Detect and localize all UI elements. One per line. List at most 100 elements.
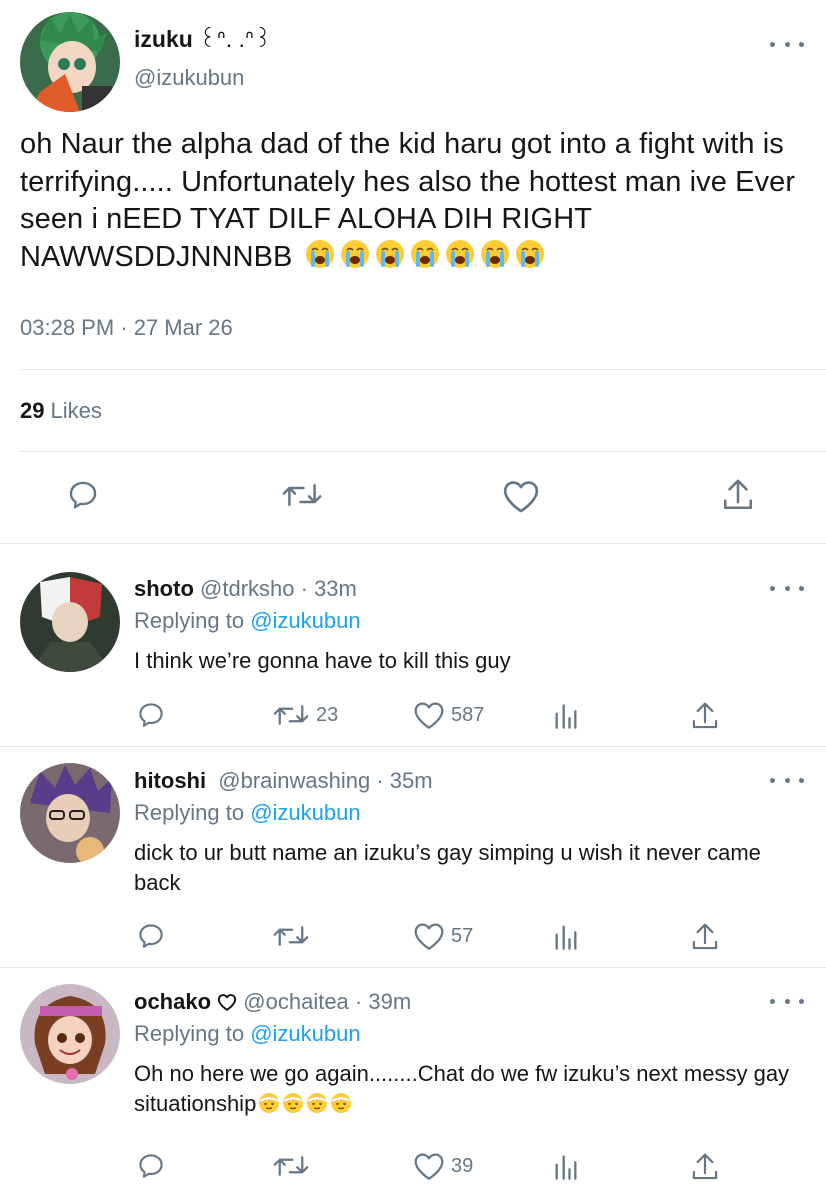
like-button[interactable]: 57 bbox=[413, 921, 473, 951]
replying-prefix: Replying to bbox=[134, 800, 245, 825]
retweet-icon bbox=[273, 926, 309, 946]
avatar-ochako[interactable] bbox=[20, 984, 120, 1084]
replying-to: Replying to @izukubun bbox=[134, 1021, 361, 1047]
reply-text-body: Oh no here we go again........Chat do we… bbox=[134, 1061, 790, 1116]
more-options-icon[interactable] bbox=[770, 34, 804, 54]
retweet-icon bbox=[282, 483, 322, 507]
heart-icon bbox=[414, 1153, 444, 1180]
reply-display-name[interactable]: shoto bbox=[134, 576, 194, 601]
divider bbox=[20, 369, 826, 370]
like-button[interactable]: 39 bbox=[413, 1151, 473, 1181]
share-button[interactable] bbox=[690, 1151, 720, 1183]
heart-icon bbox=[503, 481, 539, 513]
tweet-timestamp[interactable]: 03:28 PM · 27 Mar 26 bbox=[20, 315, 233, 341]
retweet-button[interactable] bbox=[281, 478, 323, 512]
loudly-crying-face-icon bbox=[445, 239, 474, 268]
share-button[interactable] bbox=[690, 921, 720, 953]
retweet-button[interactable]: 23 bbox=[272, 700, 338, 730]
heart-icon bbox=[414, 923, 444, 950]
like-button[interactable] bbox=[502, 478, 540, 514]
retweet-count: 23 bbox=[316, 703, 339, 726]
reply-button[interactable] bbox=[136, 921, 166, 951]
reply-icon bbox=[69, 481, 97, 509]
more-options-icon[interactable] bbox=[770, 991, 804, 1011]
retweet-icon bbox=[273, 705, 309, 725]
retweet-button[interactable] bbox=[272, 1151, 310, 1181]
likes-label: Likes bbox=[50, 398, 102, 423]
like-button[interactable]: 587 bbox=[413, 700, 484, 730]
analytics-icon bbox=[555, 704, 577, 729]
analytics-icon bbox=[555, 925, 577, 950]
face-with-head-bandage-icon bbox=[283, 1093, 304, 1113]
analytics-button[interactable] bbox=[552, 702, 580, 730]
avatar-shoto[interactable] bbox=[20, 572, 120, 672]
like-count: 587 bbox=[451, 703, 485, 726]
likes-summary[interactable]: 29 Likes bbox=[20, 398, 102, 424]
loudly-crying-face-icon bbox=[410, 239, 439, 268]
loudly-crying-face-icon bbox=[375, 239, 404, 268]
replying-to-link[interactable]: @izukubun bbox=[250, 1021, 360, 1046]
display-name-text: izuku bbox=[134, 26, 193, 52]
loudly-crying-face-icon bbox=[340, 239, 369, 268]
reply-header: shoto @tdrksho · 33m bbox=[134, 576, 357, 602]
retweet-icon bbox=[273, 1156, 309, 1176]
name-decoration: ꒰ᐢ. .ᐢ꒱ bbox=[198, 26, 272, 52]
loudly-crying-face-icon bbox=[480, 239, 509, 268]
share-icon bbox=[723, 479, 753, 510]
share-button[interactable] bbox=[690, 700, 720, 732]
reply-text: Oh no here we go again........Chat do we… bbox=[134, 1059, 804, 1119]
replying-to: Replying to @izukubun bbox=[134, 800, 361, 826]
main-handle[interactable]: @izukubun bbox=[134, 65, 244, 91]
share-icon bbox=[692, 702, 718, 729]
reply-button[interactable] bbox=[66, 478, 100, 512]
emoji-row bbox=[305, 239, 545, 269]
reply-handle[interactable]: @brainwashing bbox=[218, 768, 370, 793]
reply-time[interactable]: · 33m bbox=[301, 576, 357, 601]
divider bbox=[0, 543, 826, 544]
tweet-text: oh Naur the alpha dad of the kid haru go… bbox=[20, 126, 820, 276]
reply-icon bbox=[139, 924, 163, 948]
divider bbox=[0, 967, 826, 968]
heart-outline-icon bbox=[217, 994, 237, 1011]
share-button[interactable] bbox=[721, 476, 755, 514]
retweet-button[interactable] bbox=[272, 921, 310, 951]
more-options-icon[interactable] bbox=[770, 578, 804, 598]
reply-button[interactable] bbox=[136, 700, 166, 730]
replying-prefix: Replying to bbox=[134, 608, 245, 633]
reply-time[interactable]: · 39m bbox=[355, 989, 411, 1014]
avatar-izuku[interactable] bbox=[20, 12, 120, 112]
replying-to-link[interactable]: @izukubun bbox=[250, 800, 360, 825]
likes-count: 29 bbox=[20, 398, 45, 423]
reply-header: ochako @ochaitea · 39m bbox=[134, 989, 411, 1015]
reply-button[interactable] bbox=[136, 1151, 166, 1181]
reply-handle[interactable]: @tdrksho bbox=[200, 576, 294, 601]
more-options-icon[interactable] bbox=[770, 770, 804, 790]
reply-icon bbox=[139, 703, 163, 727]
face-with-head-bandage-icon bbox=[331, 1093, 352, 1113]
reply-display-name[interactable]: ochako bbox=[134, 989, 211, 1014]
face-with-head-bandage-icon bbox=[307, 1093, 328, 1113]
reply-icon bbox=[139, 1154, 163, 1178]
share-icon bbox=[692, 1153, 718, 1180]
face-with-head-bandage-icon bbox=[259, 1093, 280, 1113]
analytics-button[interactable] bbox=[552, 923, 580, 951]
replying-to: Replying to @izukubun bbox=[134, 608, 361, 634]
like-count: 39 bbox=[451, 1154, 474, 1177]
replying-prefix: Replying to bbox=[134, 1021, 245, 1046]
like-count: 57 bbox=[451, 924, 474, 947]
reply-text: I think we’re gonna have to kill this gu… bbox=[134, 648, 511, 673]
heart-icon bbox=[414, 702, 444, 729]
reply-display-name[interactable]: hitoshi bbox=[134, 768, 206, 793]
analytics-icon bbox=[555, 1155, 577, 1180]
reply-handle[interactable]: @ochaitea bbox=[243, 989, 349, 1014]
main-display-name[interactable]: izuku ꒰ᐢ. .ᐢ꒱ bbox=[134, 22, 272, 53]
divider bbox=[20, 451, 826, 452]
loudly-crying-face-icon bbox=[515, 239, 544, 268]
replying-to-link[interactable]: @izukubun bbox=[250, 608, 360, 633]
analytics-button[interactable] bbox=[552, 1153, 580, 1181]
divider bbox=[0, 746, 826, 747]
reply-time[interactable]: · 35m bbox=[376, 768, 432, 793]
reply-text: dick to ur butt name an izuku’s gay simp… bbox=[134, 840, 761, 895]
avatar-hitoshi[interactable] bbox=[20, 763, 120, 863]
loudly-crying-face-icon bbox=[305, 239, 334, 268]
